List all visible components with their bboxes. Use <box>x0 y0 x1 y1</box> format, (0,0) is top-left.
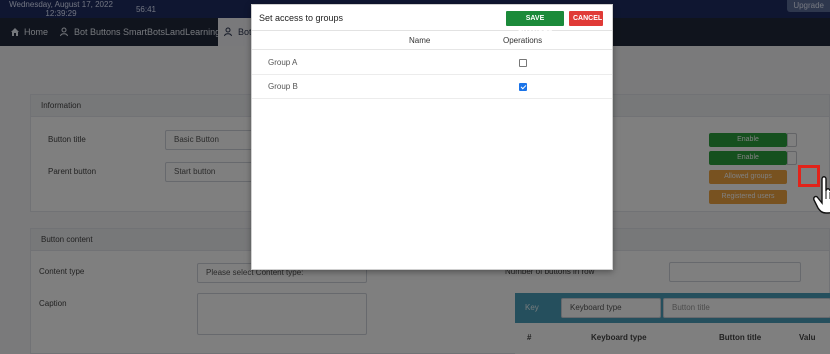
save-changes-button[interactable]: SAVE CHANGES <box>506 11 564 37</box>
modal-title: Set access to groups <box>259 13 344 23</box>
table-row: Group B <box>252 75 612 99</box>
cancel-button[interactable]: CANCEL <box>569 11 603 26</box>
group-name: Group A <box>268 58 298 67</box>
modal-header: Set access to groups SAVE CHANGES CANCEL <box>252 5 612 37</box>
table-row: Group A <box>252 51 612 75</box>
set-access-modal: Set access to groups SAVE CHANGES CANCEL… <box>251 4 613 270</box>
col-name: Name <box>409 36 431 45</box>
groups-table-header: Name Operations <box>252 32 612 50</box>
group-a-checkbox[interactable] <box>519 59 527 67</box>
group-b-checkbox[interactable] <box>519 83 527 91</box>
group-name: Group B <box>268 82 298 91</box>
col-operations: Operations <box>503 36 543 45</box>
pointer-hand-icon <box>813 176 830 214</box>
